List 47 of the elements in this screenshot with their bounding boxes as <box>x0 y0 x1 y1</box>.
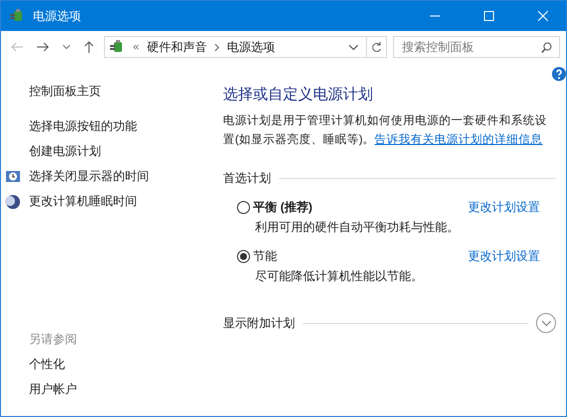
chevron-down-icon <box>542 320 550 326</box>
breadcrumb[interactable]: 硬件和声音 <box>147 38 208 56</box>
monitor-clock-icon <box>5 168 21 184</box>
see-also-heading: 另请参阅 <box>28 331 78 348</box>
sidebar-link-label[interactable]: 选择电源按钮的功能 <box>29 118 137 135</box>
page-heading: 选择或自定义电源计划 <box>223 85 374 104</box>
change-plan-settings-link[interactable]: 更改计划设置 <box>468 248 540 265</box>
plan-radio[interactable]: 节能 <box>237 248 468 265</box>
power-plug-icon <box>9 8 25 24</box>
power-plug-icon <box>109 39 125 55</box>
change-plan-settings-link[interactable]: 更改计划设置 <box>468 199 540 216</box>
sidebar-link-label[interactable]: 更改计算机睡眠时间 <box>29 193 137 210</box>
sidebar-link[interactable]: 选择电源按钮的功能 <box>5 114 215 139</box>
sidebar-link-label[interactable]: 选择关闭显示器的时间 <box>29 168 149 185</box>
plan-description: 尽可能降低计算机性能以节能。 <box>254 268 424 285</box>
sidebar-link[interactable]: 控制面板主页 <box>5 79 215 104</box>
close-icon[interactable] <box>538 11 548 21</box>
section-label: 首选计划 <box>223 170 271 187</box>
radio-button[interactable] <box>237 201 250 214</box>
sidebar-link-label[interactable]: 创建电源计划 <box>29 143 101 160</box>
search-icon <box>541 42 552 53</box>
plan-description: 利用可用的硬件自动平衡功耗与性能。 <box>254 219 460 236</box>
up-arrow-icon[interactable] <box>84 41 94 53</box>
moon-icon <box>5 194 21 210</box>
help-icon[interactable] <box>552 67 566 81</box>
sidebar-link[interactable]: 更改计算机睡眠时间 <box>5 189 215 214</box>
sidebar-link[interactable]: 用户帐户 <box>5 377 215 402</box>
radio-button[interactable] <box>237 250 250 263</box>
window-title: 电源选项 <box>33 8 82 24</box>
refresh-icon[interactable] <box>371 41 382 53</box>
search-field[interactable]: 搜索控制面板 <box>393 36 560 58</box>
expand-button[interactable] <box>536 313 556 333</box>
chevron-down-icon[interactable] <box>63 45 70 49</box>
learn-more-link[interactable]: 告诉我有关电源计划的详细信息 <box>374 134 543 146</box>
chevron-down-icon[interactable] <box>349 44 358 50</box>
sidebar-link[interactable]: 选择关闭显示器的时间 <box>5 164 215 189</box>
maximize-icon[interactable] <box>484 11 494 21</box>
description-text: 电源计划是用于管理计算机如何使用电源的一套硬件和系统设置(如显示器亮度、睡眠等)。告诉我有关电源计划的详细信息 <box>223 113 548 148</box>
more-plans-label: 显示附加计划 <box>223 314 295 332</box>
sidebar-link[interactable]: 创建电源计划 <box>5 139 215 164</box>
chevron-right-icon <box>215 44 220 50</box>
overflow-chevron[interactable]: « <box>133 41 140 53</box>
breadcrumb[interactable]: 电源选项 <box>227 38 276 56</box>
plan-radio[interactable]: 平衡 (推荐) <box>237 199 468 216</box>
address-bar[interactable]: « 硬件和声音 电源选项 <box>104 36 387 58</box>
sidebar-link[interactable]: 个性化 <box>5 352 215 377</box>
forward-arrow-icon[interactable] <box>37 42 49 52</box>
